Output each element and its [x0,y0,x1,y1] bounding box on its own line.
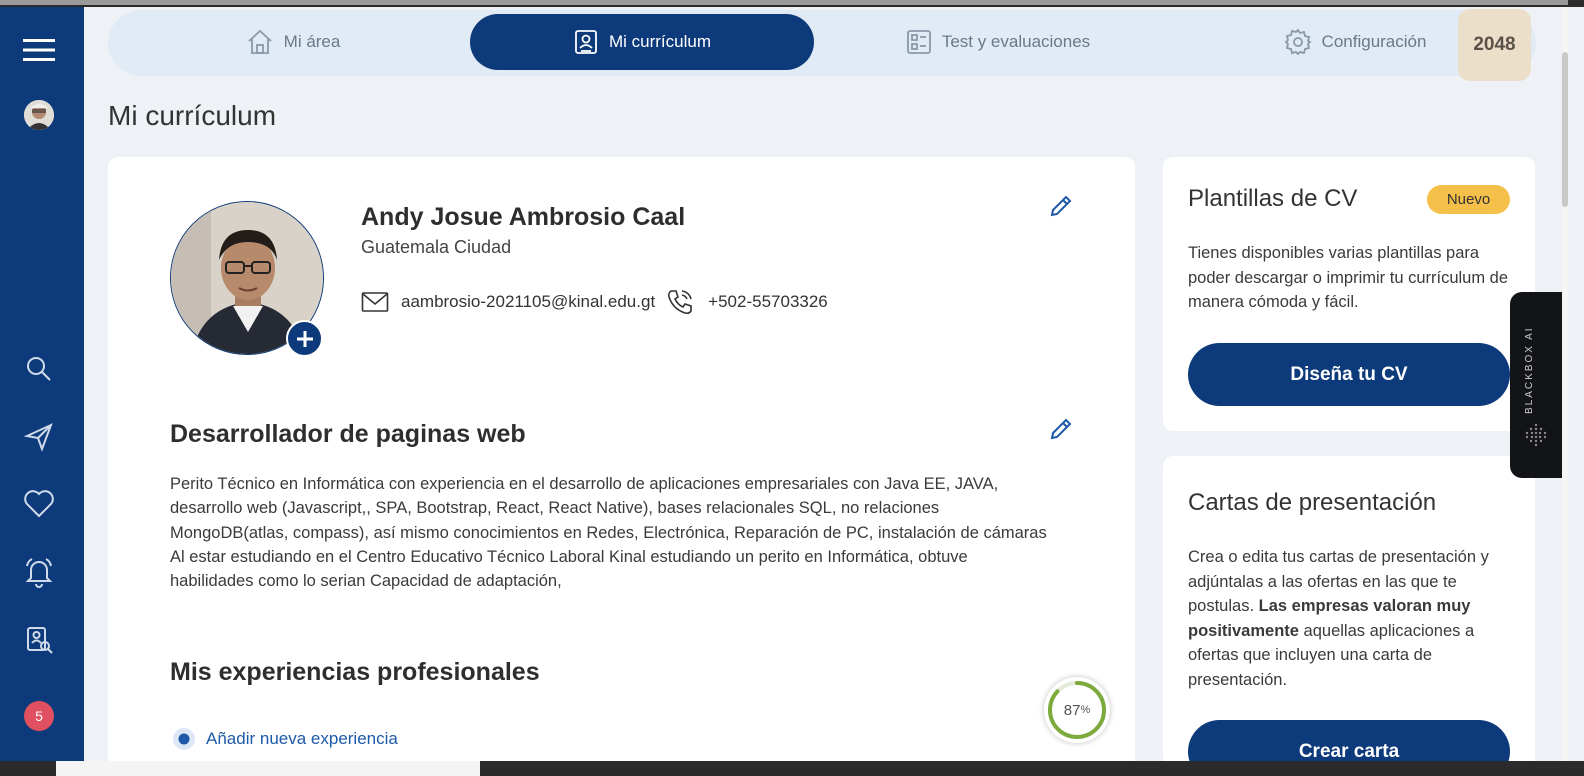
profile-city: Guatemala Ciudad [361,237,512,257]
resume-icon [575,30,597,54]
plus-icon [296,330,313,347]
notification-count-badge[interactable]: 5 [24,701,54,731]
gear-icon [1284,28,1312,56]
tab-test-evaluaciones[interactable]: Test y evaluaciones [900,14,1096,70]
cv-templates-text: Tienes disponibles varias plantillas par… [1188,244,1509,311]
cover-letters-text: Crea o edita tus cartas de presentación … [1188,545,1513,692]
progress-text: 87% [1044,677,1110,743]
menu-icon[interactable] [22,33,56,67]
taskbar-search[interactable] [56,761,480,776]
progress-unit: % [1080,704,1091,716]
add-experience-link[interactable]: Añadir nueva experiencia [172,727,398,751]
profile-phone: +502-55703326 [708,292,828,311]
profile-progress[interactable]: 87% [1044,677,1110,743]
tab-mi-curriculum[interactable]: Mi currículum [470,14,814,70]
blackbox-ai-widget[interactable]: BLACKBOX AI [1510,292,1562,478]
tab-configuracion[interactable]: Configuración [1280,14,1430,70]
cv-templates-card: Plantillas de CV Nuevo Tienes disponible… [1163,157,1535,431]
profile-email: aambrosio-2021105@kinal.edu.gt [401,292,656,311]
send-icon[interactable] [22,420,56,454]
home-icon [248,29,272,54]
phone-icon [668,290,692,315]
profile-name: Andy Josue Ambrosio Caal [361,203,686,231]
add-experience-label: Añadir nueva experiencia [206,729,398,748]
search-icon[interactable] [22,352,56,386]
sidebar: 5 [0,7,84,768]
cover-letters-card: Cartas de presentación Crea o edita tus … [1163,456,1535,768]
main-tabs: Mi área Mi currículum Test y evaluacione… [108,10,1536,76]
avatar[interactable] [24,100,54,130]
heart-icon[interactable] [22,487,56,521]
mail-icon [361,292,389,312]
scrollbar-thumb[interactable] [1562,52,1568,207]
blackbox-label: BLACKBOX AI [1524,326,1535,414]
edit-summary-button[interactable] [1048,416,1074,442]
bell-icon[interactable] [22,555,56,589]
profile-card: Andy Josue Ambrosio Caal Guatemala Ciuda… [108,157,1135,768]
dots-logo-icon [1525,423,1547,447]
tab-configuracion-label: Configuración [1321,32,1427,51]
pencil-icon [1050,195,1072,217]
pencil-icon [1050,418,1072,440]
tab-mi-area-label: Mi área [283,32,341,51]
cover-letters-title: Cartas de presentación [1188,489,1437,516]
new-badge: Nuevo [1427,185,1510,214]
search-profile-icon[interactable] [22,623,56,657]
tab-test-evaluaciones-label: Test y evaluaciones [941,32,1091,51]
taskbar-strip [0,761,1584,776]
page-scrollbar[interactable] [1562,7,1568,761]
edit-profile-button[interactable] [1048,193,1074,219]
radio-dot-icon [173,728,195,750]
experience-heading: Mis experiencias profesionales [170,658,540,686]
profile-description: Perito Técnico en Informática con experi… [170,475,1047,591]
checklist-icon [906,30,931,54]
tab-mi-area[interactable]: Mi área [208,14,378,70]
headline: Desarrollador de paginas web [170,420,526,448]
page-title: Mi currículum [108,100,277,131]
browser-tab-bar [0,0,1568,5]
tab-mi-curriculum-label: Mi currículum [608,32,711,51]
contact-row: aambrosio-2021105@kinal.edu.gt +502-5570… [361,287,828,317]
cv-templates-title: Plantillas de CV [1188,185,1358,212]
score-badge[interactable]: 2048 [1458,9,1531,81]
browser-top-strip [0,0,1584,7]
add-photo-button[interactable] [286,320,323,357]
design-cv-button[interactable]: Diseña tu CV [1188,343,1510,406]
progress-value: 87 [1063,701,1081,719]
